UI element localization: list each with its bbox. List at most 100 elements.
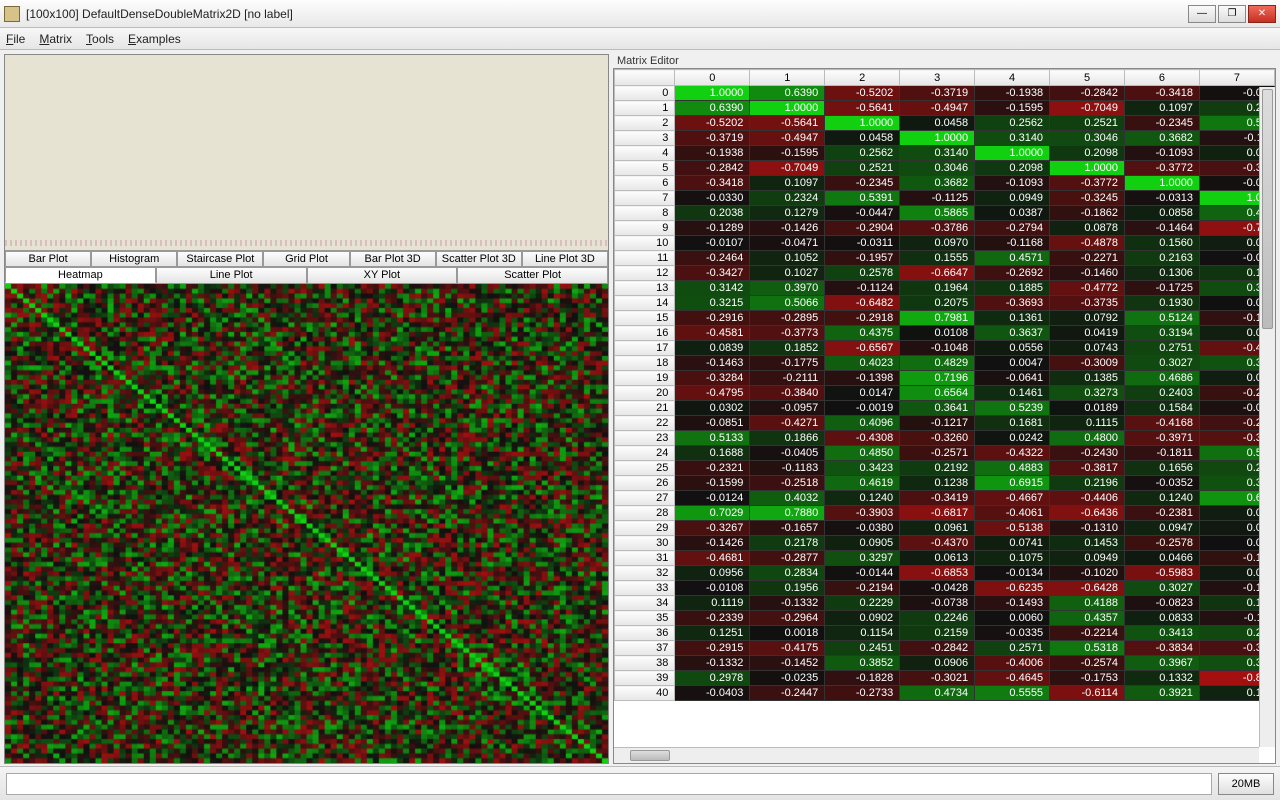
cell-3-2[interactable]: 0.0458 — [825, 131, 900, 146]
cell-24-0[interactable]: 0.1688 — [675, 446, 750, 461]
cell-23-3[interactable]: -0.3260 — [900, 431, 975, 446]
cell-37-3[interactable]: -0.2842 — [900, 641, 975, 656]
cell-20-4[interactable]: 0.1461 — [975, 386, 1050, 401]
cell-20-3[interactable]: 0.6564 — [900, 386, 975, 401]
row-header-36[interactable]: 36 — [615, 626, 675, 641]
cell-35-1[interactable]: -0.2964 — [750, 611, 825, 626]
cell-18-3[interactable]: 0.4829 — [900, 356, 975, 371]
cell-16-6[interactable]: 0.3194 — [1125, 326, 1200, 341]
cell-36-1[interactable]: 0.0018 — [750, 626, 825, 641]
status-field[interactable] — [6, 773, 1212, 795]
row-header-22[interactable]: 22 — [615, 416, 675, 431]
cell-29-3[interactable]: 0.0961 — [900, 521, 975, 536]
cell-11-6[interactable]: 0.2163 — [1125, 251, 1200, 266]
cell-17-6[interactable]: 0.2751 — [1125, 341, 1200, 356]
cell-7-6[interactable]: -0.0313 — [1125, 191, 1200, 206]
cell-21-0[interactable]: 0.0302 — [675, 401, 750, 416]
cell-33-1[interactable]: 0.1956 — [750, 581, 825, 596]
cell-18-1[interactable]: -0.1775 — [750, 356, 825, 371]
cell-31-3[interactable]: 0.0613 — [900, 551, 975, 566]
cell-0-1[interactable]: 0.6390 — [750, 86, 825, 101]
cell-7-4[interactable]: 0.0949 — [975, 191, 1050, 206]
cell-39-5[interactable]: -0.1753 — [1050, 671, 1125, 686]
cell-31-0[interactable]: -0.4681 — [675, 551, 750, 566]
cell-37-1[interactable]: -0.4175 — [750, 641, 825, 656]
cell-37-5[interactable]: 0.5318 — [1050, 641, 1125, 656]
cell-3-0[interactable]: -0.3719 — [675, 131, 750, 146]
cell-13-5[interactable]: -0.4772 — [1050, 281, 1125, 296]
cell-31-1[interactable]: -0.2877 — [750, 551, 825, 566]
cell-8-4[interactable]: 0.0387 — [975, 206, 1050, 221]
cell-4-6[interactable]: -0.1093 — [1125, 146, 1200, 161]
cell-12-0[interactable]: -0.3427 — [675, 266, 750, 281]
cell-26-5[interactable]: 0.2196 — [1050, 476, 1125, 491]
col-header-5[interactable]: 5 — [1050, 70, 1125, 86]
cell-38-5[interactable]: -0.2574 — [1050, 656, 1125, 671]
cell-36-5[interactable]: -0.2214 — [1050, 626, 1125, 641]
col-header-7[interactable]: 7 — [1199, 70, 1274, 86]
cell-15-6[interactable]: 0.5124 — [1125, 311, 1200, 326]
menu-file[interactable]: File — [6, 32, 25, 46]
cell-2-3[interactable]: 0.0458 — [900, 116, 975, 131]
cell-13-2[interactable]: -0.1124 — [825, 281, 900, 296]
cell-7-1[interactable]: 0.2324 — [750, 191, 825, 206]
cell-15-4[interactable]: 0.1361 — [975, 311, 1050, 326]
cell-2-4[interactable]: 0.2562 — [975, 116, 1050, 131]
cell-23-4[interactable]: 0.0242 — [975, 431, 1050, 446]
cell-29-2[interactable]: -0.0380 — [825, 521, 900, 536]
cell-24-2[interactable]: 0.4850 — [825, 446, 900, 461]
col-header-2[interactable]: 2 — [825, 70, 900, 86]
col-header-4[interactable]: 4 — [975, 70, 1050, 86]
cell-37-6[interactable]: -0.3834 — [1125, 641, 1200, 656]
cell-15-0[interactable]: -0.2916 — [675, 311, 750, 326]
cell-2-0[interactable]: -0.5202 — [675, 116, 750, 131]
tab-scatter-plot[interactable]: Scatter Plot — [457, 267, 608, 283]
cell-30-3[interactable]: -0.4370 — [900, 536, 975, 551]
cell-3-1[interactable]: -0.4947 — [750, 131, 825, 146]
cell-5-3[interactable]: 0.3046 — [900, 161, 975, 176]
cell-28-6[interactable]: -0.2381 — [1125, 506, 1200, 521]
row-header-20[interactable]: 20 — [615, 386, 675, 401]
cell-16-2[interactable]: 0.4375 — [825, 326, 900, 341]
cell-20-1[interactable]: -0.3840 — [750, 386, 825, 401]
cell-11-2[interactable]: -0.1957 — [825, 251, 900, 266]
cell-11-5[interactable]: -0.2271 — [1050, 251, 1125, 266]
cell-9-1[interactable]: -0.1426 — [750, 221, 825, 236]
cell-40-5[interactable]: -0.6114 — [1050, 686, 1125, 701]
cell-9-5[interactable]: 0.0878 — [1050, 221, 1125, 236]
cell-34-4[interactable]: -0.1493 — [975, 596, 1050, 611]
cell-24-1[interactable]: -0.0405 — [750, 446, 825, 461]
menu-tools[interactable]: Tools — [86, 32, 114, 46]
cell-30-5[interactable]: 0.1453 — [1050, 536, 1125, 551]
cell-9-4[interactable]: -0.2794 — [975, 221, 1050, 236]
row-header-25[interactable]: 25 — [615, 461, 675, 476]
cell-13-4[interactable]: 0.1885 — [975, 281, 1050, 296]
cell-22-1[interactable]: -0.4271 — [750, 416, 825, 431]
cell-24-6[interactable]: -0.1811 — [1125, 446, 1200, 461]
cell-14-4[interactable]: -0.3693 — [975, 296, 1050, 311]
cell-27-4[interactable]: -0.4667 — [975, 491, 1050, 506]
cell-0-0[interactable]: 1.0000 — [675, 86, 750, 101]
cell-39-2[interactable]: -0.1828 — [825, 671, 900, 686]
cell-0-4[interactable]: -0.1938 — [975, 86, 1050, 101]
cell-1-1[interactable]: 1.0000 — [750, 101, 825, 116]
cell-25-0[interactable]: -0.2321 — [675, 461, 750, 476]
matrix-table[interactable]: 0123456701.00000.6390-0.5202-0.3719-0.19… — [614, 69, 1275, 701]
row-header-9[interactable]: 9 — [615, 221, 675, 236]
cell-10-0[interactable]: -0.0107 — [675, 236, 750, 251]
cell-12-5[interactable]: -0.1460 — [1050, 266, 1125, 281]
cell-1-4[interactable]: -0.1595 — [975, 101, 1050, 116]
cell-16-0[interactable]: -0.4581 — [675, 326, 750, 341]
cell-22-4[interactable]: 0.1681 — [975, 416, 1050, 431]
cell-21-5[interactable]: 0.0189 — [1050, 401, 1125, 416]
cell-0-6[interactable]: -0.3418 — [1125, 86, 1200, 101]
cell-17-2[interactable]: -0.6567 — [825, 341, 900, 356]
cell-19-6[interactable]: 0.4686 — [1125, 371, 1200, 386]
row-header-37[interactable]: 37 — [615, 641, 675, 656]
cell-15-2[interactable]: -0.2918 — [825, 311, 900, 326]
cell-25-5[interactable]: -0.3817 — [1050, 461, 1125, 476]
cell-34-2[interactable]: 0.2229 — [825, 596, 900, 611]
cell-32-1[interactable]: 0.2834 — [750, 566, 825, 581]
cell-19-4[interactable]: -0.0641 — [975, 371, 1050, 386]
cell-6-6[interactable]: 1.0000 — [1125, 176, 1200, 191]
